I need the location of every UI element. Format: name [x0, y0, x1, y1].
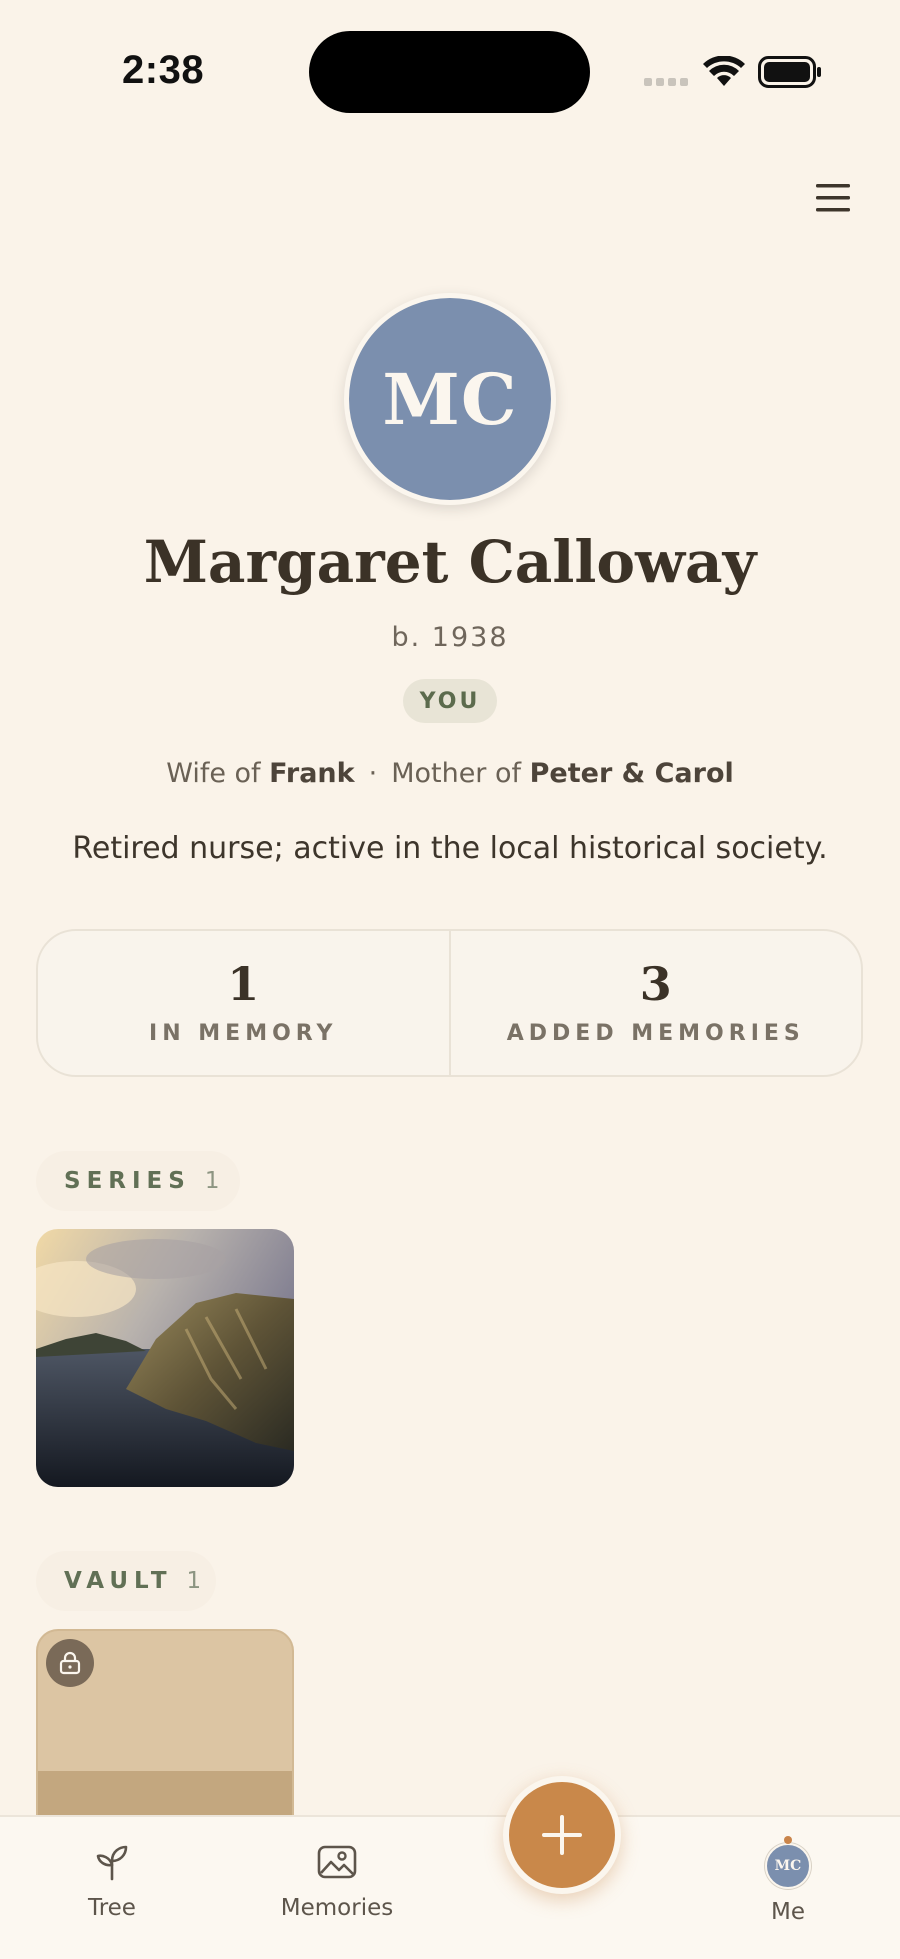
relation-children-link[interactable]: Peter & Carol [530, 758, 734, 789]
birth-year: b. 1938 [391, 622, 509, 653]
coastal-cliff-image [36, 1229, 294, 1487]
hamburger-menu-icon[interactable] [808, 178, 858, 218]
sprout-icon [96, 1845, 128, 1881]
stat-value: 1 [227, 956, 260, 1011]
tab-me[interactable]: MC Me [708, 1836, 868, 1925]
series-thumbnail[interactable] [36, 1229, 294, 1487]
battery-icon [758, 56, 821, 88]
vault-section-header: VAULT 1 [36, 1551, 216, 1611]
section-label: SERIES [64, 1168, 191, 1194]
relation-spouse-link[interactable]: Frank [269, 758, 354, 789]
relation-separator: · [368, 758, 378, 789]
avatar: MC [765, 1843, 811, 1889]
series-section-header: SERIES 1 [36, 1151, 240, 1211]
section-label: VAULT [64, 1568, 173, 1594]
active-tab-indicator [784, 1836, 792, 1844]
me-avatar-initials: MC [774, 1858, 802, 1874]
add-memory-button[interactable] [503, 1776, 621, 1894]
profile-avatar[interactable]: MC [344, 293, 556, 505]
avatar-initials: MC [382, 357, 518, 441]
lock-icon [46, 1639, 94, 1687]
tab-label: Tree [88, 1895, 136, 1921]
tab-label: Memories [280, 1895, 394, 1921]
tab-label: Me [771, 1899, 805, 1925]
profile-name: Margaret Calloway [143, 528, 757, 596]
cellular-signal-icon [644, 78, 688, 86]
wifi-icon [703, 56, 745, 86]
dynamic-island [309, 31, 590, 113]
stat-in-memory[interactable]: 1 IN MEMORY [38, 931, 449, 1075]
section-count: 1 [204, 1168, 220, 1194]
you-badge: YOU [403, 679, 497, 723]
tab-memories[interactable]: Memories [257, 1839, 417, 1921]
vault-thumbnail[interactable] [36, 1629, 294, 1819]
relation-prefix: Wife of [166, 758, 261, 789]
plus-icon [542, 1815, 582, 1855]
stats-card: 1 IN MEMORY 3 ADDED MEMORIES [36, 929, 863, 1077]
tab-tree[interactable]: Tree [32, 1839, 192, 1921]
image-icon [317, 1845, 357, 1879]
stat-label: IN MEMORY [149, 1020, 338, 1046]
stat-added-memories[interactable]: 3 ADDED MEMORIES [448, 931, 862, 1075]
section-count: 1 [186, 1568, 202, 1594]
vault-thumbnail-band [38, 1771, 292, 1819]
stat-label: ADDED MEMORIES [506, 1020, 805, 1046]
bottom-tab-bar: Tree Memories MC Me [0, 1815, 900, 1959]
status-time: 2:38 [122, 48, 205, 92]
relations-line: Wife of Frank · Mother of Peter & Carol [0, 758, 900, 789]
profile-bio: Retired nurse; active in the local histo… [72, 831, 828, 866]
stat-value: 3 [639, 956, 672, 1011]
relation-prefix: Mother of [391, 758, 522, 789]
